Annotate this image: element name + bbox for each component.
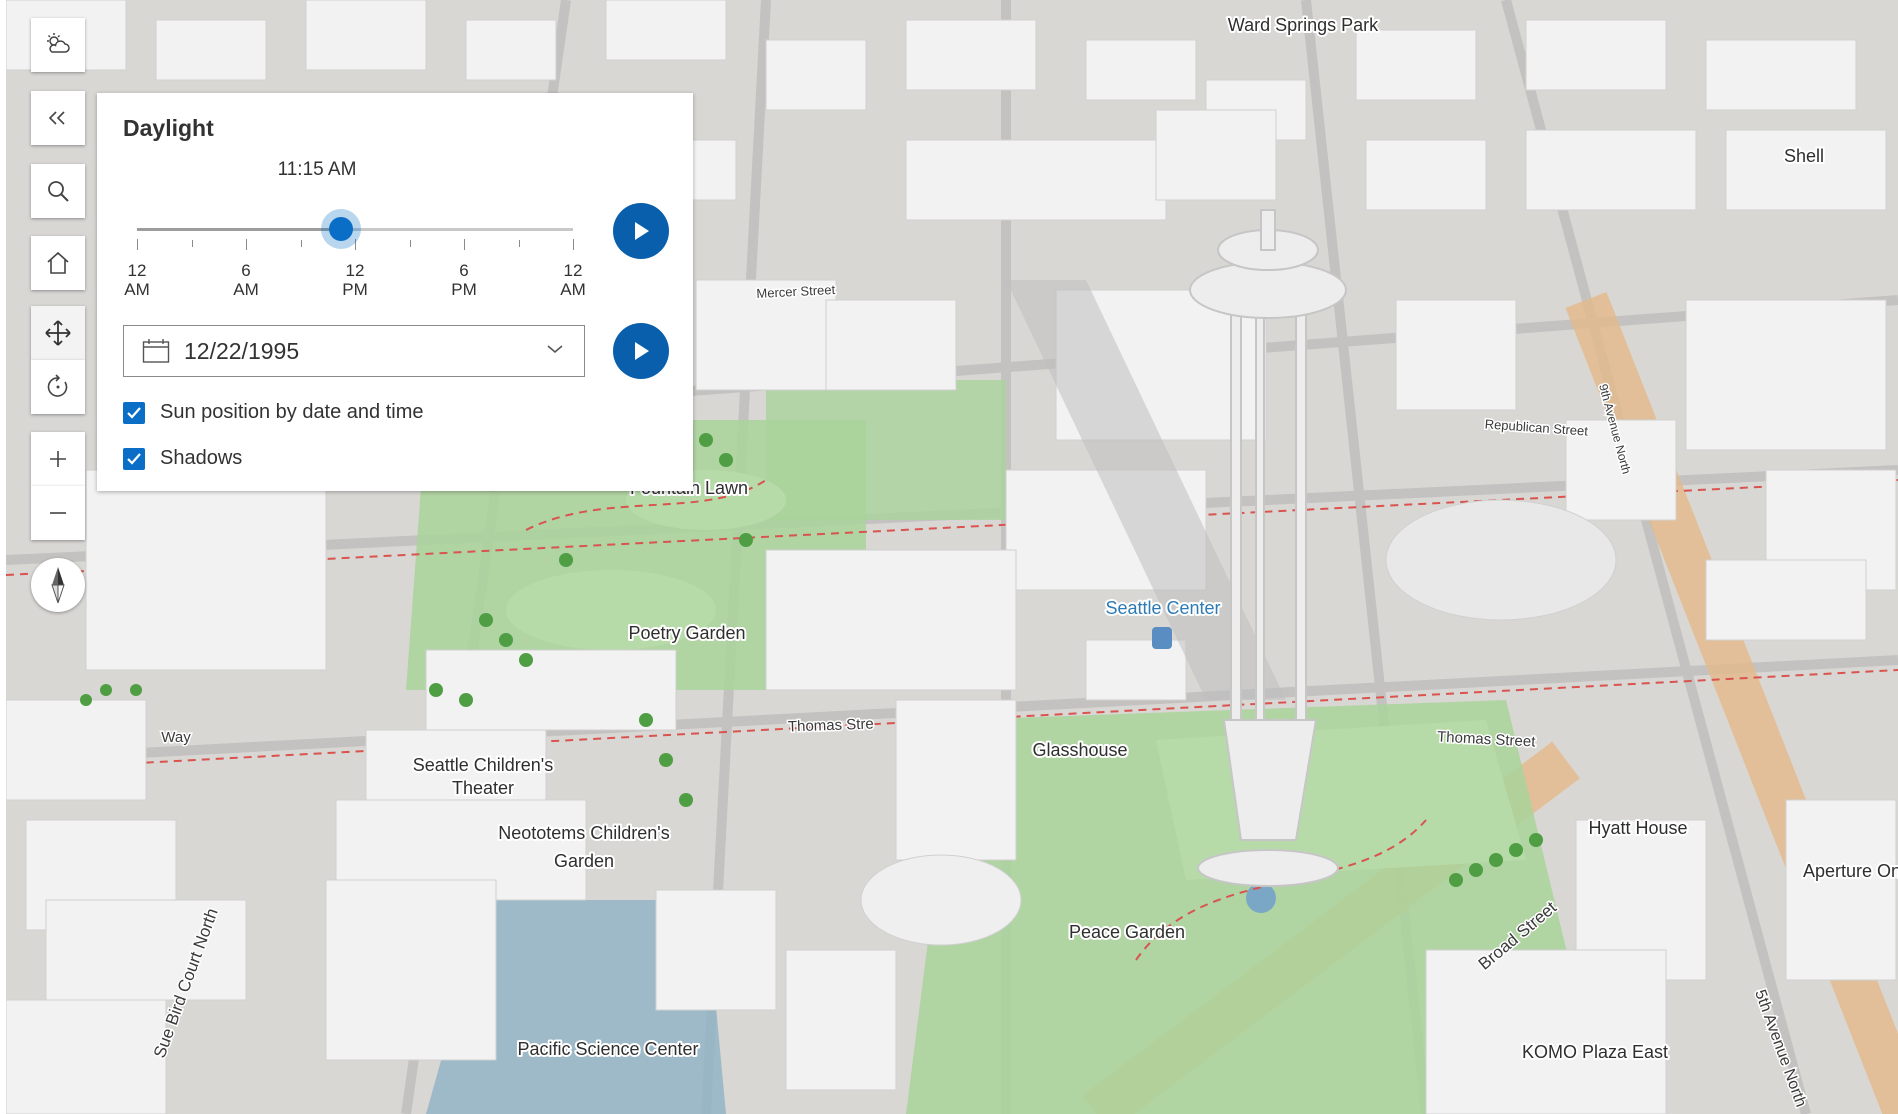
search-button[interactable]	[31, 164, 85, 218]
map-label: Glasshouse	[1032, 740, 1127, 760]
map-label: Aperture On	[1803, 861, 1898, 881]
time-slider-tick	[573, 239, 574, 250]
map-label: Shell	[1784, 146, 1824, 166]
street-label: Way	[161, 729, 191, 746]
time-slider-tick	[464, 239, 465, 250]
tick-label-12pm: 12 PM	[342, 261, 368, 299]
home-button[interactable]	[31, 236, 85, 290]
shadows-label: Shadows	[160, 447, 243, 469]
street-label: Thomas Stre	[788, 716, 874, 736]
calendar-icon	[142, 339, 170, 363]
zoom-in-button[interactable]	[31, 432, 85, 486]
compass-icon	[51, 567, 65, 604]
rotate-icon	[47, 374, 68, 397]
time-slider-tick	[137, 239, 138, 250]
sun-position-checkbox[interactable]	[123, 401, 145, 424]
rotate-button[interactable]	[31, 360, 85, 414]
sun-position-option[interactable]: Sun position by date and time	[123, 401, 424, 424]
play-time-button[interactable]	[613, 203, 669, 259]
play-icon	[635, 222, 649, 240]
time-slider-tick	[191, 240, 193, 247]
tick-label-6am: 6 AM	[233, 261, 259, 299]
search-icon	[48, 181, 69, 202]
time-slider-tick	[518, 240, 520, 247]
play-date-button[interactable]	[613, 323, 669, 379]
map-label: Seattle Center	[1105, 598, 1220, 618]
zoom-out-button[interactable]	[31, 486, 85, 540]
play-icon	[635, 342, 649, 360]
date-picker[interactable]: 12/22/1995	[123, 325, 585, 377]
map-label: Ward Springs Park	[1228, 15, 1379, 35]
map-label: Poetry Garden	[628, 623, 745, 643]
tick-label-12am: 12 AM	[124, 261, 150, 299]
shadows-checkbox[interactable]	[123, 447, 145, 470]
collapse-button[interactable]	[31, 91, 85, 145]
time-slider-tick	[409, 240, 411, 247]
app-frame: Ward Springs Park Shell Seattle Center F…	[0, 0, 1898, 1114]
daylight-tool-button[interactable]	[31, 18, 85, 72]
tick-label-6pm: 6 PM	[451, 261, 477, 299]
compass-button[interactable]	[31, 558, 85, 612]
pan-button[interactable]	[31, 306, 85, 360]
time-readout: 11:15 AM	[277, 159, 357, 180]
map-label: Garden	[554, 851, 614, 871]
map-label: Seattle Children's	[413, 755, 554, 775]
chevron-down-icon	[547, 345, 563, 354]
map-label: Hyatt House	[1588, 818, 1687, 838]
weather-icon	[47, 33, 70, 53]
date-value: 12/22/1995	[184, 337, 300, 364]
home-icon	[47, 251, 69, 274]
zoom-out-icon	[50, 512, 66, 514]
transit-icon	[1152, 627, 1172, 649]
shadows-option[interactable]: Shadows	[123, 447, 242, 470]
map-label: KOMO Plaza East	[1522, 1042, 1668, 1062]
checkmark-icon	[127, 452, 141, 465]
collapse-icon	[48, 111, 65, 125]
time-slider-fill	[137, 228, 342, 231]
panel-title: Daylight	[123, 115, 214, 141]
time-slider-tick	[246, 239, 247, 250]
map-label: Neototems Children's	[498, 823, 670, 843]
pan-icon	[45, 320, 71, 346]
daylight-panel: Daylight 11:15 AM 12 AM 6 AM 12 PM 6 PM 12 AM…	[97, 93, 693, 491]
map-label: Peace Garden	[1069, 922, 1185, 942]
map-label: Pacific Science Center	[517, 1039, 698, 1059]
zoom-in-icon	[50, 451, 66, 467]
sun-position-label: Sun position by date and time	[160, 401, 424, 423]
map-label: Theater	[452, 778, 514, 798]
checkmark-icon	[127, 406, 141, 419]
time-slider-tick	[300, 240, 302, 247]
tick-label-12am-end: 12 AM	[560, 261, 586, 299]
